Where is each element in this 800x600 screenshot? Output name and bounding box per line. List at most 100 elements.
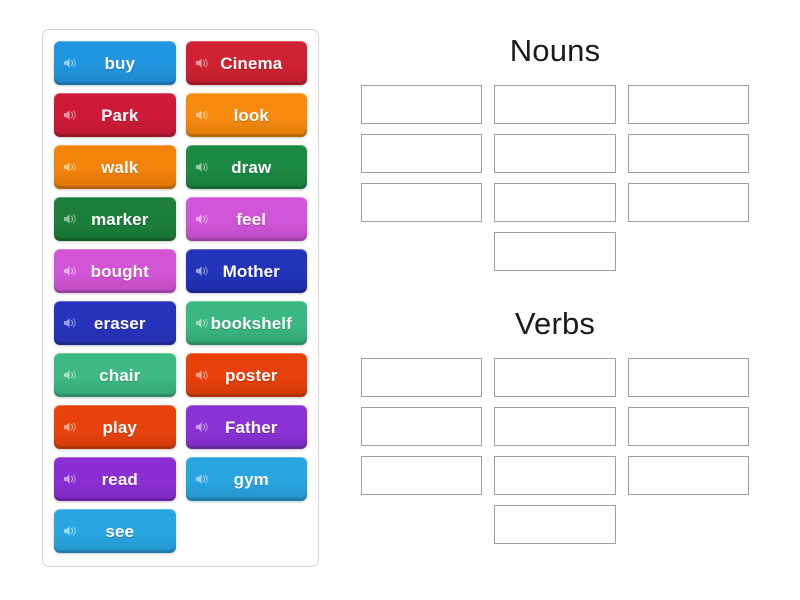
activity-canvas: buy Cinema Park look walk draw marker feel bough… — [0, 0, 800, 600]
drop-slot-grid-nouns — [355, 80, 755, 276]
word-tile-label: eraser — [93, 313, 146, 333]
drop-slot-cell — [488, 178, 621, 227]
word-tile[interactable]: walk — [54, 145, 176, 189]
word-tile[interactable]: draw — [186, 145, 308, 189]
speaker-icon[interactable] — [195, 472, 210, 487]
word-tile[interactable]: Father — [186, 405, 308, 449]
word-tile[interactable]: marker — [54, 197, 176, 241]
category-verbs: Verbs — [355, 308, 755, 549]
word-tile-label: buy — [104, 53, 136, 73]
category-title-nouns: Nouns — [509, 33, 601, 68]
word-tile[interactable]: Mother — [186, 249, 308, 293]
speaker-icon[interactable] — [63, 420, 78, 435]
speaker-icon[interactable] — [195, 368, 210, 383]
drop-slot[interactable] — [627, 358, 749, 397]
word-tile-cell: feel — [181, 193, 313, 245]
word-tile-label: bought — [90, 261, 149, 281]
drop-slot[interactable] — [494, 505, 616, 544]
speaker-icon[interactable] — [63, 56, 78, 71]
drop-slot[interactable] — [494, 134, 616, 173]
word-tile-label: marker — [91, 209, 149, 229]
word-tile-label: gym — [233, 469, 269, 489]
drop-slot-cell — [622, 80, 755, 129]
speaker-icon[interactable] — [63, 160, 78, 175]
word-tile-cell: bought — [49, 245, 181, 297]
speaker-icon[interactable] — [63, 316, 78, 331]
word-tile-label: feel — [236, 209, 267, 229]
drop-slot[interactable] — [361, 134, 483, 173]
drop-slot[interactable] — [494, 85, 616, 124]
word-tile[interactable]: eraser — [54, 301, 176, 345]
speaker-icon[interactable] — [63, 524, 78, 539]
word-tile-cell: bookshelf — [181, 297, 313, 349]
word-tile[interactable]: feel — [186, 197, 308, 241]
speaker-icon[interactable] — [195, 316, 210, 331]
word-tile-label: bookshelf — [210, 313, 292, 333]
word-tile-cell: draw — [181, 141, 313, 193]
word-tile-cell: read — [49, 453, 181, 505]
speaker-icon[interactable] — [195, 212, 210, 227]
drop-slot[interactable] — [494, 456, 616, 495]
drop-slot-cell — [488, 80, 621, 129]
drop-slot-cell — [488, 402, 621, 451]
speaker-icon[interactable] — [63, 264, 78, 279]
word-tile[interactable]: buy — [54, 41, 176, 85]
drop-slot-cell — [488, 451, 621, 500]
word-tile-label: read — [101, 469, 138, 489]
drop-slot-grid-verbs — [355, 353, 755, 549]
word-tile-cell: Father — [181, 401, 313, 453]
drop-slot[interactable] — [627, 407, 749, 446]
word-tile-cell: gym — [181, 453, 313, 505]
word-tile-cell: look — [181, 89, 313, 141]
drop-slot[interactable] — [627, 134, 749, 173]
word-tile[interactable]: Cinema — [186, 41, 308, 85]
word-tile-cell: play — [49, 401, 181, 453]
drop-slot-cell — [488, 353, 621, 402]
drop-slot[interactable] — [361, 456, 483, 495]
word-tile-label: see — [105, 521, 135, 541]
word-tile-label: Father — [224, 417, 278, 437]
drop-slot[interactable] — [361, 85, 483, 124]
word-tile[interactable]: chair — [54, 353, 176, 397]
speaker-icon[interactable] — [195, 108, 210, 123]
category-title-verbs: Verbs — [514, 306, 596, 341]
word-tile[interactable]: bookshelf — [186, 301, 308, 345]
speaker-icon[interactable] — [195, 420, 210, 435]
drop-slot[interactable] — [494, 358, 616, 397]
drop-slot-cell — [622, 129, 755, 178]
word-tile-label: Mother — [222, 261, 280, 281]
drop-slot[interactable] — [627, 456, 749, 495]
word-tile[interactable]: see — [54, 509, 176, 553]
word-tile[interactable]: gym — [186, 457, 308, 501]
drop-slot-cell — [622, 178, 755, 227]
word-tile[interactable]: look — [186, 93, 308, 137]
drop-slot[interactable] — [494, 183, 616, 222]
drop-slot[interactable] — [494, 407, 616, 446]
word-tile-cell: marker — [49, 193, 181, 245]
drop-slot[interactable] — [361, 358, 483, 397]
speaker-icon[interactable] — [63, 212, 78, 227]
speaker-icon[interactable] — [63, 472, 78, 487]
word-tile[interactable]: poster — [186, 353, 308, 397]
drop-slot[interactable] — [494, 232, 616, 271]
speaker-icon[interactable] — [63, 108, 78, 123]
speaker-icon[interactable] — [63, 368, 78, 383]
drop-slot-cell — [355, 80, 488, 129]
drop-slot[interactable] — [361, 407, 483, 446]
drop-slot[interactable] — [361, 183, 483, 222]
word-tile[interactable]: Park — [54, 93, 176, 137]
word-tile-cell: Cinema — [181, 37, 313, 89]
word-tile[interactable]: bought — [54, 249, 176, 293]
word-tile-cell: poster — [181, 349, 313, 401]
word-tile[interactable]: read — [54, 457, 176, 501]
word-tile-label: play — [102, 417, 137, 437]
drop-slot-cell — [355, 178, 488, 227]
drop-slot[interactable] — [627, 85, 749, 124]
word-tile[interactable]: play — [54, 405, 176, 449]
speaker-icon[interactable] — [195, 160, 210, 175]
drop-slot[interactable] — [627, 183, 749, 222]
speaker-icon[interactable] — [195, 264, 210, 279]
speaker-icon[interactable] — [195, 56, 210, 71]
word-tile-cell: buy — [49, 37, 181, 89]
word-tile-cell: Park — [49, 89, 181, 141]
